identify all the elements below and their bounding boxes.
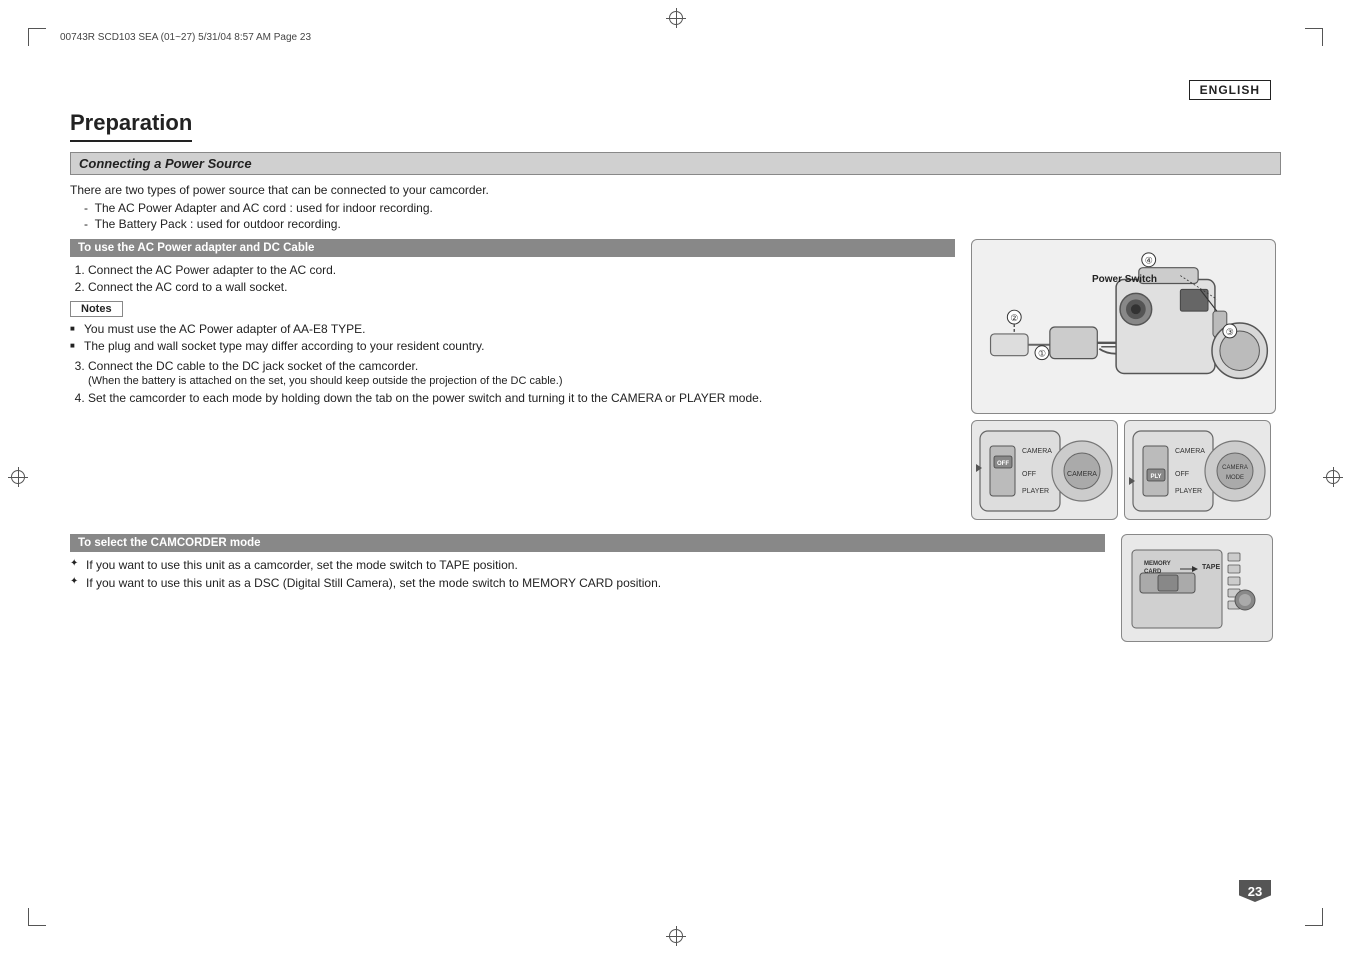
- bottom-left: To select the CAMCORDER mode If you want…: [70, 534, 1105, 642]
- bottom-right: MEMORY CARD TAPE: [1121, 534, 1281, 642]
- header: 00743R SCD103 SEA (01~27) 5/31/04 8:57 A…: [60, 32, 1291, 43]
- step-4: Set the camcorder to each mode by holdin…: [88, 391, 955, 405]
- step3-sub: (When the battery is attached on the set…: [88, 375, 955, 387]
- page-number: 23: [1239, 880, 1271, 902]
- mode-switch-diagram: MEMORY CARD TAPE: [1121, 534, 1273, 642]
- images-bottom-row: OFF CAMERA OFF PLAYER CAMERA: [971, 420, 1281, 520]
- corner-mark-tr: [1305, 28, 1323, 46]
- bullet-2: - The Battery Pack : used for outdoor re…: [84, 217, 1281, 231]
- section1-header: Connecting a Power Source: [70, 152, 1281, 175]
- bottom-section: To select the CAMCORDER mode If you want…: [70, 534, 1281, 642]
- svg-text:CAMERA: CAMERA: [1222, 465, 1248, 471]
- svg-text:CAMERA: CAMERA: [1067, 471, 1097, 478]
- page-title: Preparation: [70, 110, 192, 142]
- step-2: Connect the AC cord to a wall socket.: [88, 280, 955, 294]
- image-camera-mode: OFF CAMERA OFF PLAYER CAMERA: [971, 420, 1118, 520]
- subsection2-header: To select the CAMCORDER mode: [70, 534, 1105, 552]
- file-info: 00743R SCD103 SEA (01~27) 5/31/04 8:57 A…: [60, 32, 311, 43]
- camcorder-diagram: Power Switch ①: [971, 239, 1276, 414]
- svg-text:CARD: CARD: [1144, 569, 1162, 575]
- corner-mark-br: [1305, 908, 1323, 926]
- reg-mark-left: [8, 467, 28, 487]
- bullet-1: - The AC Power Adapter and AC cord : use…: [84, 201, 1281, 215]
- svg-text:MEMORY: MEMORY: [1144, 561, 1171, 567]
- svg-text:OFF: OFF: [1175, 471, 1189, 478]
- reg-mark-right: [1323, 467, 1343, 487]
- steps-list: Connect the AC Power adapter to the AC c…: [88, 263, 955, 294]
- main-content: Preparation Connecting a Power Source Th…: [70, 110, 1281, 894]
- notes-list: You must use the AC Power adapter of AA-…: [70, 322, 955, 353]
- notes-label: Notes: [70, 301, 123, 317]
- reg-mark-bottom: [666, 926, 686, 946]
- svg-text:PLAYER: PLAYER: [1022, 488, 1049, 495]
- step-3: Connect the DC cable to the DC jack sock…: [88, 359, 955, 387]
- svg-text:OFF: OFF: [997, 461, 1009, 467]
- reg-mark-top: [666, 8, 686, 28]
- svg-text:④: ④: [1145, 256, 1153, 266]
- two-column-layout: To use the AC Power adapter and DC Cable…: [70, 239, 1281, 520]
- subsection1-header: To use the AC Power adapter and DC Cable: [70, 239, 955, 257]
- right-column: Power Switch ①: [971, 239, 1281, 520]
- note-1: You must use the AC Power adapter of AA-…: [70, 322, 955, 336]
- svg-text:②: ②: [1010, 313, 1018, 323]
- svg-text:TAPE: TAPE: [1202, 564, 1220, 571]
- svg-text:PLY: PLY: [1150, 474, 1161, 480]
- svg-text:PLAYER: PLAYER: [1175, 488, 1202, 495]
- bottom-two-col: To select the CAMCORDER mode If you want…: [70, 534, 1281, 642]
- corner-mark-bl: [28, 908, 46, 926]
- intro-text: There are two types of power source that…: [70, 183, 1281, 197]
- page: 00743R SCD103 SEA (01~27) 5/31/04 8:57 A…: [0, 0, 1351, 954]
- corner-mark-tl: [28, 28, 46, 46]
- power-switch-label: Power Switch: [1092, 274, 1157, 285]
- svg-text:①: ①: [1038, 349, 1046, 359]
- image-player-mode: PLY CAMERA OFF PLAYER CAMERA MODE: [1124, 420, 1271, 520]
- step-1: Connect the AC Power adapter to the AC c…: [88, 263, 955, 277]
- left-column: To use the AC Power adapter and DC Cable…: [70, 239, 955, 520]
- svg-text:CAMERA: CAMERA: [1175, 448, 1205, 455]
- note-2: The plug and wall socket type may differ…: [70, 339, 955, 353]
- svg-text:OFF: OFF: [1022, 471, 1036, 478]
- english-badge: ENGLISH: [1189, 80, 1271, 100]
- steps-list-2: Connect the DC cable to the DC jack sock…: [88, 359, 955, 405]
- svg-text:CAMERA: CAMERA: [1022, 448, 1052, 455]
- camcorder-item: If you want to use this unit as a camcor…: [70, 558, 1105, 572]
- svg-text:MODE: MODE: [1226, 475, 1244, 481]
- dsc-item: If you want to use this unit as a DSC (D…: [70, 576, 1105, 590]
- svg-text:③: ③: [1226, 327, 1234, 337]
